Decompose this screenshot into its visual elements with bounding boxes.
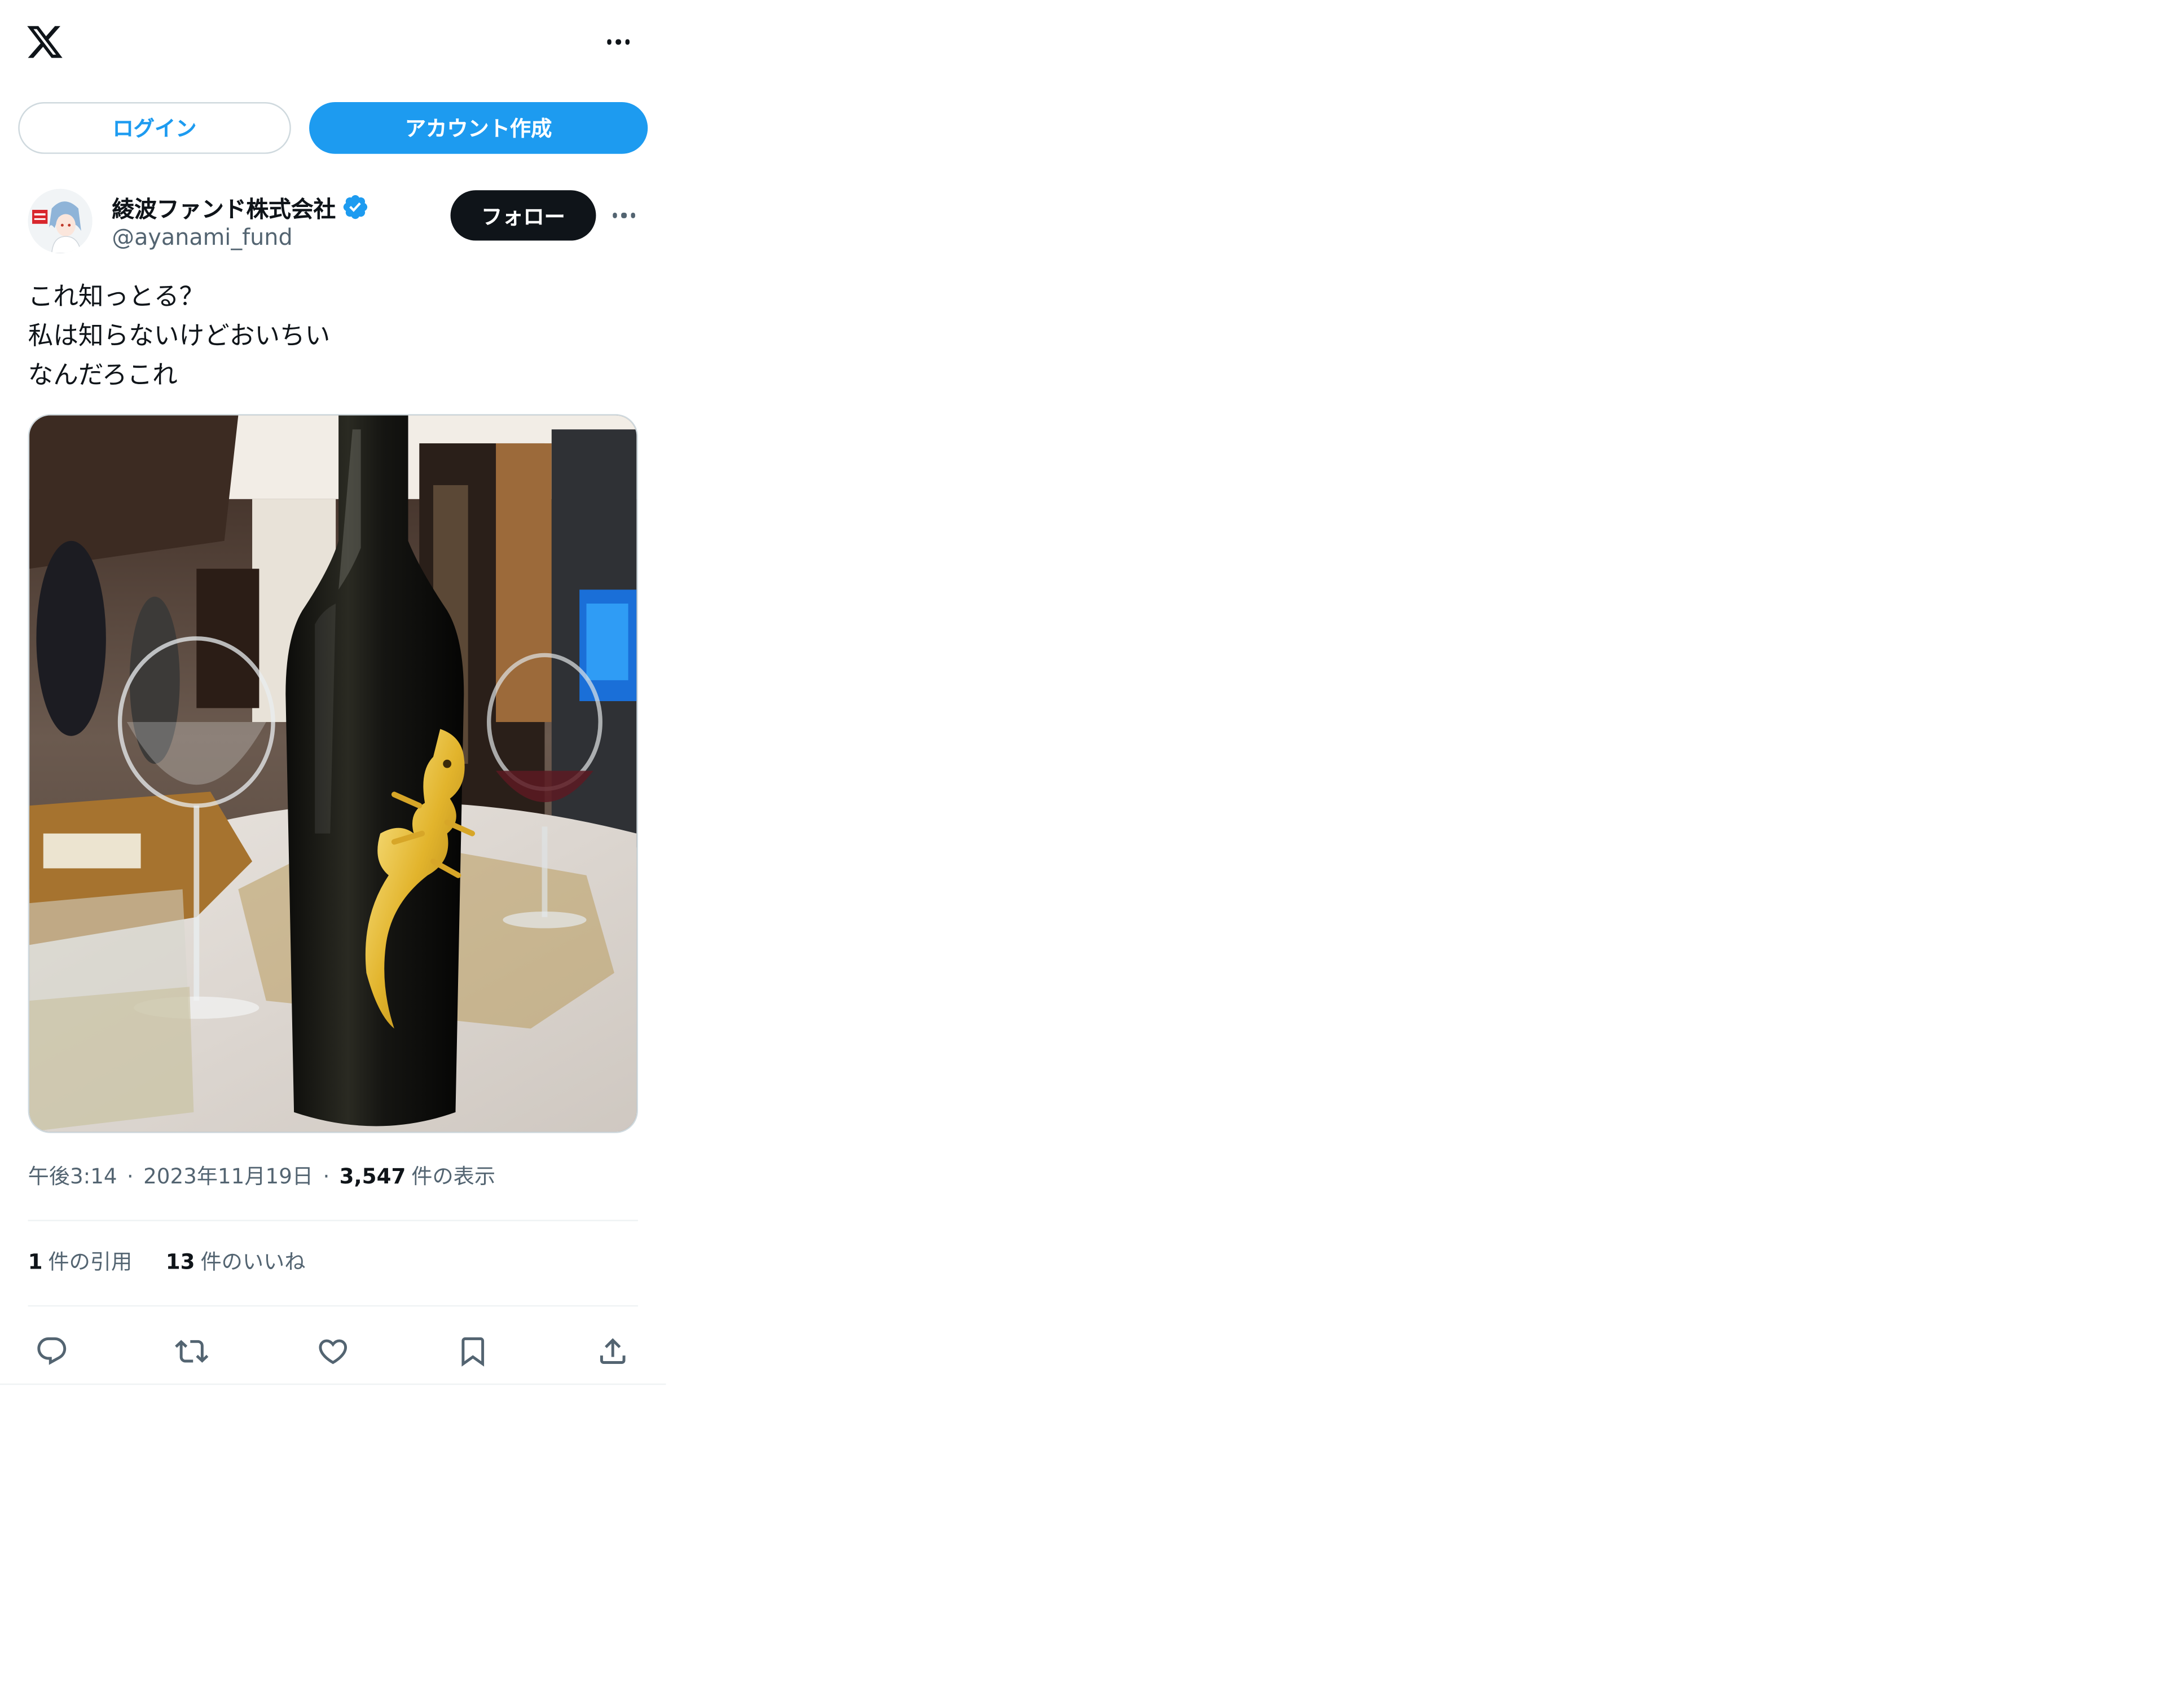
likes-count: 13 (165, 1249, 195, 1275)
author-handle[interactable]: @ayanami_fund (112, 224, 292, 250)
likes-label: 件のいいね (200, 1249, 306, 1275)
quotes-label: 件の引用 (48, 1249, 133, 1275)
x-logo-icon[interactable] (25, 23, 64, 61)
likes-stat[interactable]: 13 件のいいね (166, 1247, 306, 1276)
avatar[interactable] (28, 188, 93, 253)
tweet-stats: 1 件の引用 13 件のいいね (28, 1247, 306, 1276)
tweet-text: これ知っとる？ 私は知らないけどおいちい なんだろこれ (28, 279, 638, 396)
views-count: 3,547 (339, 1163, 406, 1188)
page: ログイン アカウント作成 綾波ファンド株式会社 @ayanami_fund フォ… (0, 0, 2172, 1708)
quotes-stat[interactable]: 1 件の引用 (28, 1247, 133, 1276)
tweet-text-line: これ知っとる？ (28, 282, 205, 312)
tweet-meta: 午後3:14 · 2023年11月19日 · 3,547 件の表示 (28, 1161, 496, 1190)
author-display-name[interactable]: 綾波ファンド株式会社 (112, 190, 336, 224)
author-name-row[interactable]: 綾波ファンド株式会社 (112, 190, 369, 224)
verified-badge-icon (343, 195, 368, 219)
reply-icon[interactable] (27, 1326, 77, 1376)
quotes-count: 1 (28, 1249, 43, 1275)
follow-button[interactable]: フォロー (450, 190, 596, 241)
divider (28, 1305, 638, 1307)
meta-separator: · (323, 1163, 330, 1188)
tweet-date[interactable]: 2023年11月19日 (143, 1161, 313, 1190)
share-icon[interactable] (588, 1326, 638, 1376)
top-bar (0, 0, 666, 84)
tweet-text-line: 私は知らないけどおいちい (28, 322, 331, 351)
tweet-actions (0, 1322, 666, 1384)
tweet-photo[interactable] (28, 414, 638, 1133)
retweet-icon[interactable] (166, 1326, 217, 1376)
heart-icon[interactable] (308, 1326, 358, 1376)
divider (0, 1383, 666, 1385)
create-account-button[interactable]: アカウント作成 (309, 102, 648, 154)
meta-separator: · (126, 1163, 134, 1188)
tweet-time[interactable]: 午後3:14 (28, 1161, 117, 1190)
bookmark-icon[interactable] (448, 1326, 498, 1376)
divider (28, 1220, 638, 1222)
tweet-more-icon[interactable] (607, 197, 641, 234)
views-label: 件の表示 (411, 1164, 496, 1189)
more-horizontal-icon[interactable] (599, 23, 637, 61)
login-button[interactable]: ログイン (18, 102, 291, 154)
tweet-text-line: なんだろこれ (28, 360, 178, 390)
